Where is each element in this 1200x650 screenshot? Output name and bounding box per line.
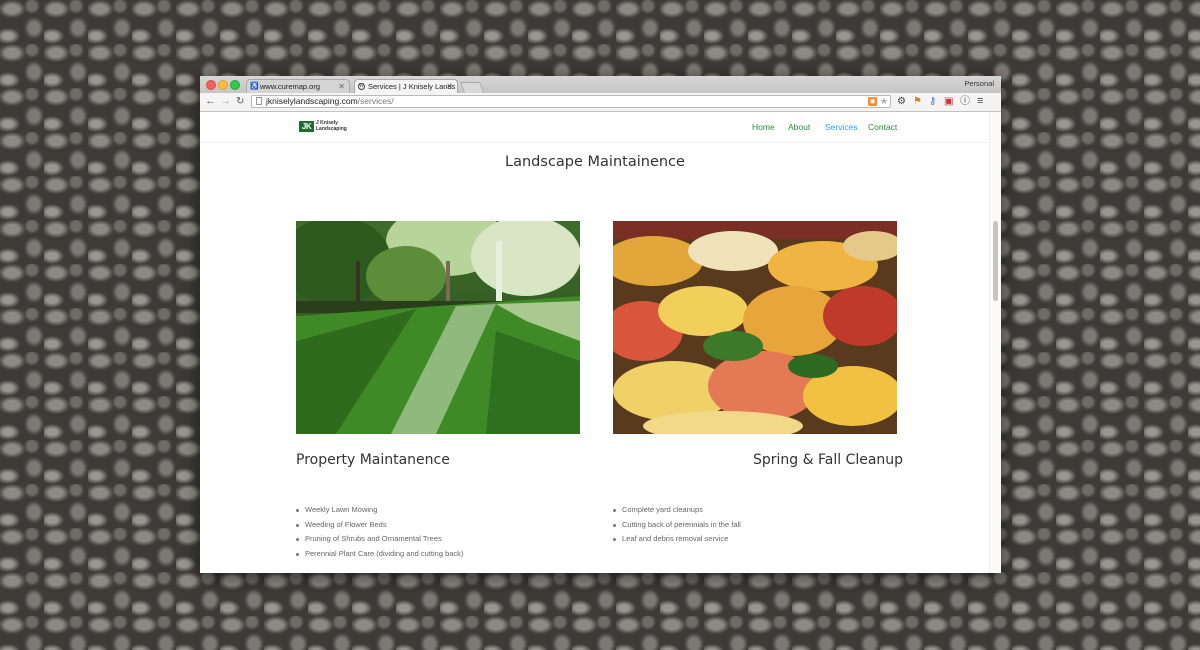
new-tab-button[interactable] — [459, 82, 485, 93]
list-item: Weekly Lawn Mowing — [296, 503, 463, 518]
forward-arrow-icon[interactable]: → — [220, 95, 231, 108]
section-title: Landscape Maintainence — [505, 154, 685, 170]
property-maintanence-heading: Property Maintanence — [296, 452, 450, 468]
bookmark-star-icon[interactable]: ★ — [880, 96, 888, 107]
list-item: Complete yard cleanups — [613, 503, 741, 518]
scrollbar-thumb[interactable] — [993, 221, 998, 301]
page-icon — [256, 97, 262, 105]
list-item: Perennial Plant Care (dividing and cutti… — [296, 547, 463, 562]
tab-title: www.curemap.org — [260, 82, 321, 91]
reload-icon[interactable]: ↻ — [236, 95, 244, 108]
tab-curemap[interactable]: ♿ www.curemap.org ✕ — [246, 79, 350, 93]
tab-strip: ♿ www.curemap.org ✕ W Services | J Knise… — [200, 76, 1001, 93]
back-arrow-icon[interactable]: ← — [205, 95, 216, 108]
site-logo[interactable]: JK J Knisely Landscaping — [299, 120, 351, 132]
list-item: Pruning of Shrubs and Ornamental Trees — [296, 532, 463, 547]
nav-home[interactable]: Home — [752, 122, 775, 132]
nav-services[interactable]: Services — [825, 122, 858, 132]
address-bar[interactable]: jkniselylandscaping.com/services/ ◉ ★ — [251, 95, 891, 108]
list-item: Cutting back of perennials in the fall — [613, 518, 741, 533]
tab-services[interactable]: W Services | J Knisely Lands ✕ — [354, 79, 458, 93]
wheelchair-icon: ♿ — [250, 83, 259, 90]
site-header: JK J Knisely Landscaping Home About Servi… — [200, 112, 990, 143]
nav-contact[interactable]: Contact — [868, 122, 897, 132]
tab-title: Services | J Knisely Lands — [368, 82, 456, 91]
spring-fall-cleanup-heading: Spring & Fall Cleanup — [753, 452, 904, 468]
leaves-photo — [613, 221, 897, 434]
save-extension-icon[interactable]: ▣ — [944, 95, 953, 108]
nav-about[interactable]: About — [788, 122, 810, 132]
rss-icon[interactable]: ◉ — [868, 97, 877, 106]
url-text[interactable]: jkniselylandscaping.com/services/ — [266, 96, 394, 107]
browser-window: ♿ www.curemap.org ✕ W Services | J Knise… — [200, 76, 1001, 573]
scrollbar-track[interactable] — [989, 112, 1001, 573]
page-viewport: JK J Knisely Landscaping Home About Servi… — [200, 112, 1001, 573]
info-extension-icon[interactable]: ⓘ — [960, 95, 970, 108]
list-item: Weeding of Flower Beds — [296, 518, 463, 533]
hamburger-menu-icon[interactable]: ≡ — [977, 95, 983, 108]
logo-name: J Knisely Landscaping — [316, 120, 347, 132]
spring-fall-cleanup-list: Complete yard cleanups Cutting back of p… — [613, 503, 741, 547]
key-extension-icon[interactable]: ⚷ — [929, 95, 936, 108]
lawn-photo — [296, 221, 580, 434]
logo-mark: JK — [299, 121, 314, 132]
list-item: Leaf and debris removal service — [613, 532, 741, 547]
gear-extension-icon[interactable]: ⚙ — [897, 95, 906, 108]
close-window-button[interactable] — [206, 80, 216, 90]
minimize-window-button[interactable] — [218, 80, 228, 90]
browser-toolbar: ← → ↻ jkniselylandscaping.com/services/ … — [200, 93, 1001, 112]
bookmarks-extension-icon[interactable]: ⚑ — [913, 95, 922, 108]
profile-button[interactable]: Personal — [964, 79, 994, 88]
zoom-window-button[interactable] — [230, 80, 240, 90]
tab-close-icon[interactable]: ✕ — [446, 80, 453, 93]
tab-close-icon[interactable]: ✕ — [338, 80, 345, 93]
wordpress-icon: W — [358, 83, 365, 90]
property-maintanence-list: Weekly Lawn Mowing Weeding of Flower Bed… — [296, 503, 463, 561]
